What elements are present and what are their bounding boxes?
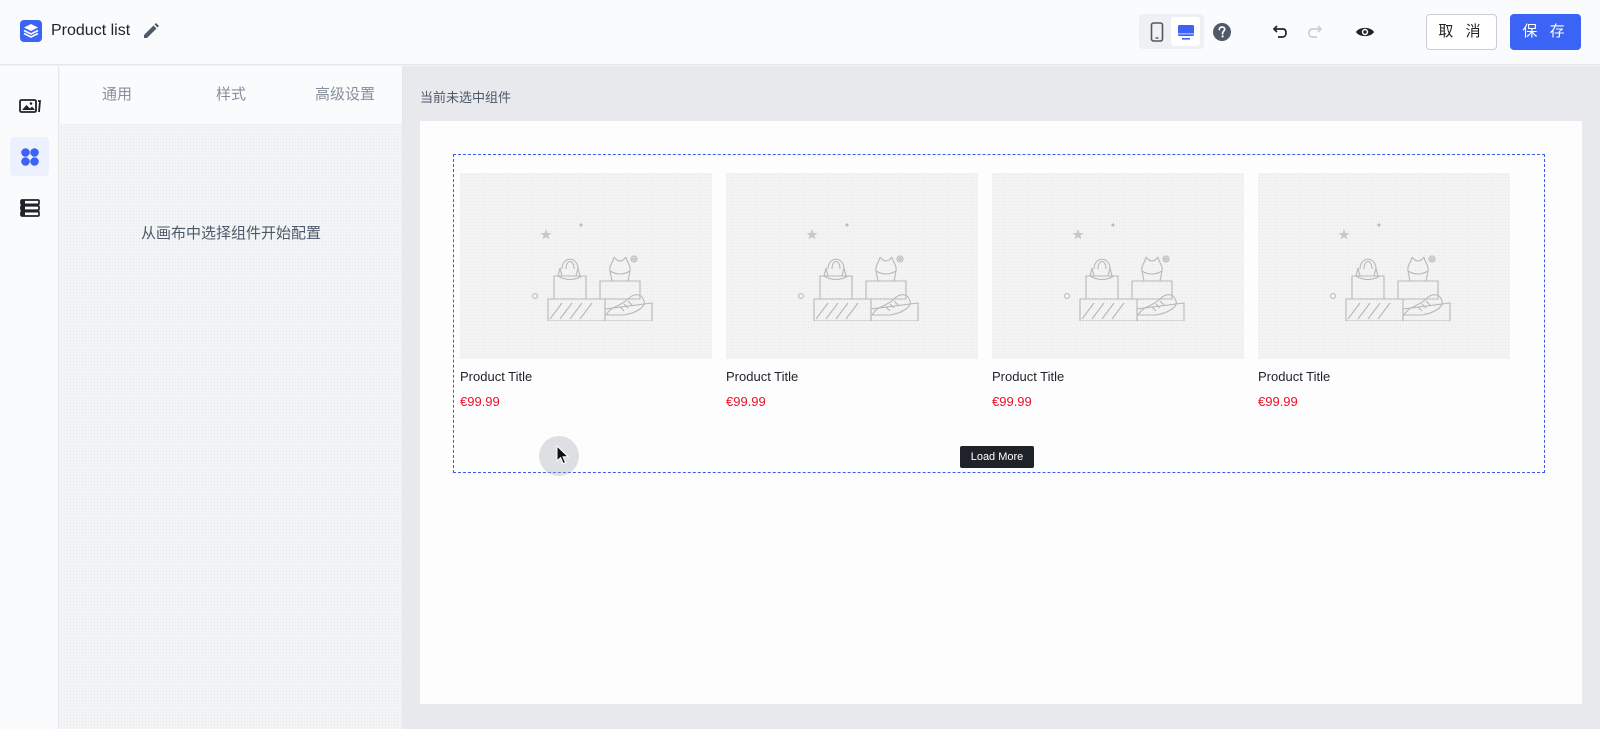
sections-icon [19, 198, 40, 217]
product-price: €99.99 [460, 394, 500, 409]
product-title: Product Title [992, 369, 1065, 384]
product-image-placeholder [726, 173, 978, 359]
product-title: Product Title [1258, 369, 1331, 384]
product-price: €99.99 [992, 394, 1032, 409]
preview-eye-icon [1356, 27, 1374, 37]
redo-button[interactable] [1305, 21, 1327, 43]
rail-item-components[interactable] [10, 137, 49, 176]
product-image-placeholder [460, 173, 712, 359]
page-name: Product list [51, 22, 131, 39]
left-rail [0, 66, 59, 729]
config-panel: 通用 样式 高级设置 从画布中选择组件开始配置 [60, 66, 403, 729]
tab-advanced-settings[interactable]: 高级设置 [288, 66, 402, 124]
product-card[interactable]: Product Title €99.99 [1258, 173, 1510, 410]
mobile-view-button[interactable] [1142, 17, 1171, 46]
product-placeholder-icon [797, 223, 919, 321]
load-more-button[interactable]: Load More [960, 446, 1034, 468]
preview-button[interactable] [1354, 21, 1376, 43]
product-list-component[interactable]: Product Title €99.99 Product Title €99.9… [453, 154, 1545, 476]
desktop-device-icon [1177, 24, 1194, 40]
cancel-button[interactable]: 取 消 [1426, 14, 1497, 50]
rail-item-media[interactable] [10, 86, 49, 125]
panel-tabs: 通用 样式 高级设置 [60, 66, 402, 124]
pencil-edit-icon[interactable] [142, 22, 160, 40]
canvas-area: 当前未选中组件 Product Title €99.99 Product Tit… [403, 66, 1600, 729]
mobile-device-icon [1150, 21, 1163, 42]
help-button[interactable] [1211, 21, 1233, 43]
product-card[interactable]: Product Title €99.99 [992, 173, 1244, 410]
product-placeholder-icon [1329, 223, 1451, 321]
page-canvas[interactable]: Product Title €99.99 Product Title €99.9… [420, 121, 1582, 704]
panel-empty-message: 从画布中选择组件开始配置 [140, 225, 321, 242]
desktop-view-button[interactable] [1171, 17, 1200, 46]
product-placeholder-icon [531, 223, 653, 321]
help-icon [1213, 23, 1231, 41]
product-image-placeholder [1258, 173, 1510, 359]
product-price: €99.99 [726, 394, 766, 409]
product-image-placeholder [992, 173, 1244, 359]
save-button[interactable]: 保 存 [1510, 14, 1581, 50]
canvas-selection-hint: 当前未选中组件 [420, 90, 512, 105]
product-title: Product Title [460, 369, 533, 384]
product-price: €99.99 [1258, 394, 1298, 409]
components-icon [20, 147, 39, 166]
mouse-pointer-icon [556, 445, 570, 465]
undo-icon [1272, 25, 1287, 38]
undo-button[interactable] [1268, 21, 1290, 43]
media-icon [18, 98, 41, 113]
top-bar: Product list 取 消 保 存 [0, 0, 1600, 65]
product-card[interactable]: Product Title €99.99 [460, 173, 712, 410]
rail-item-sections[interactable] [10, 188, 49, 227]
tab-general[interactable]: 通用 [60, 66, 174, 124]
layers-logo-icon [20, 20, 42, 42]
device-toggle [1139, 14, 1204, 49]
product-placeholder-icon [1063, 223, 1185, 321]
tab-style[interactable]: 样式 [174, 66, 288, 124]
redo-icon [1308, 25, 1323, 38]
product-title: Product Title [726, 369, 799, 384]
product-card[interactable]: Product Title €99.99 [726, 173, 978, 410]
